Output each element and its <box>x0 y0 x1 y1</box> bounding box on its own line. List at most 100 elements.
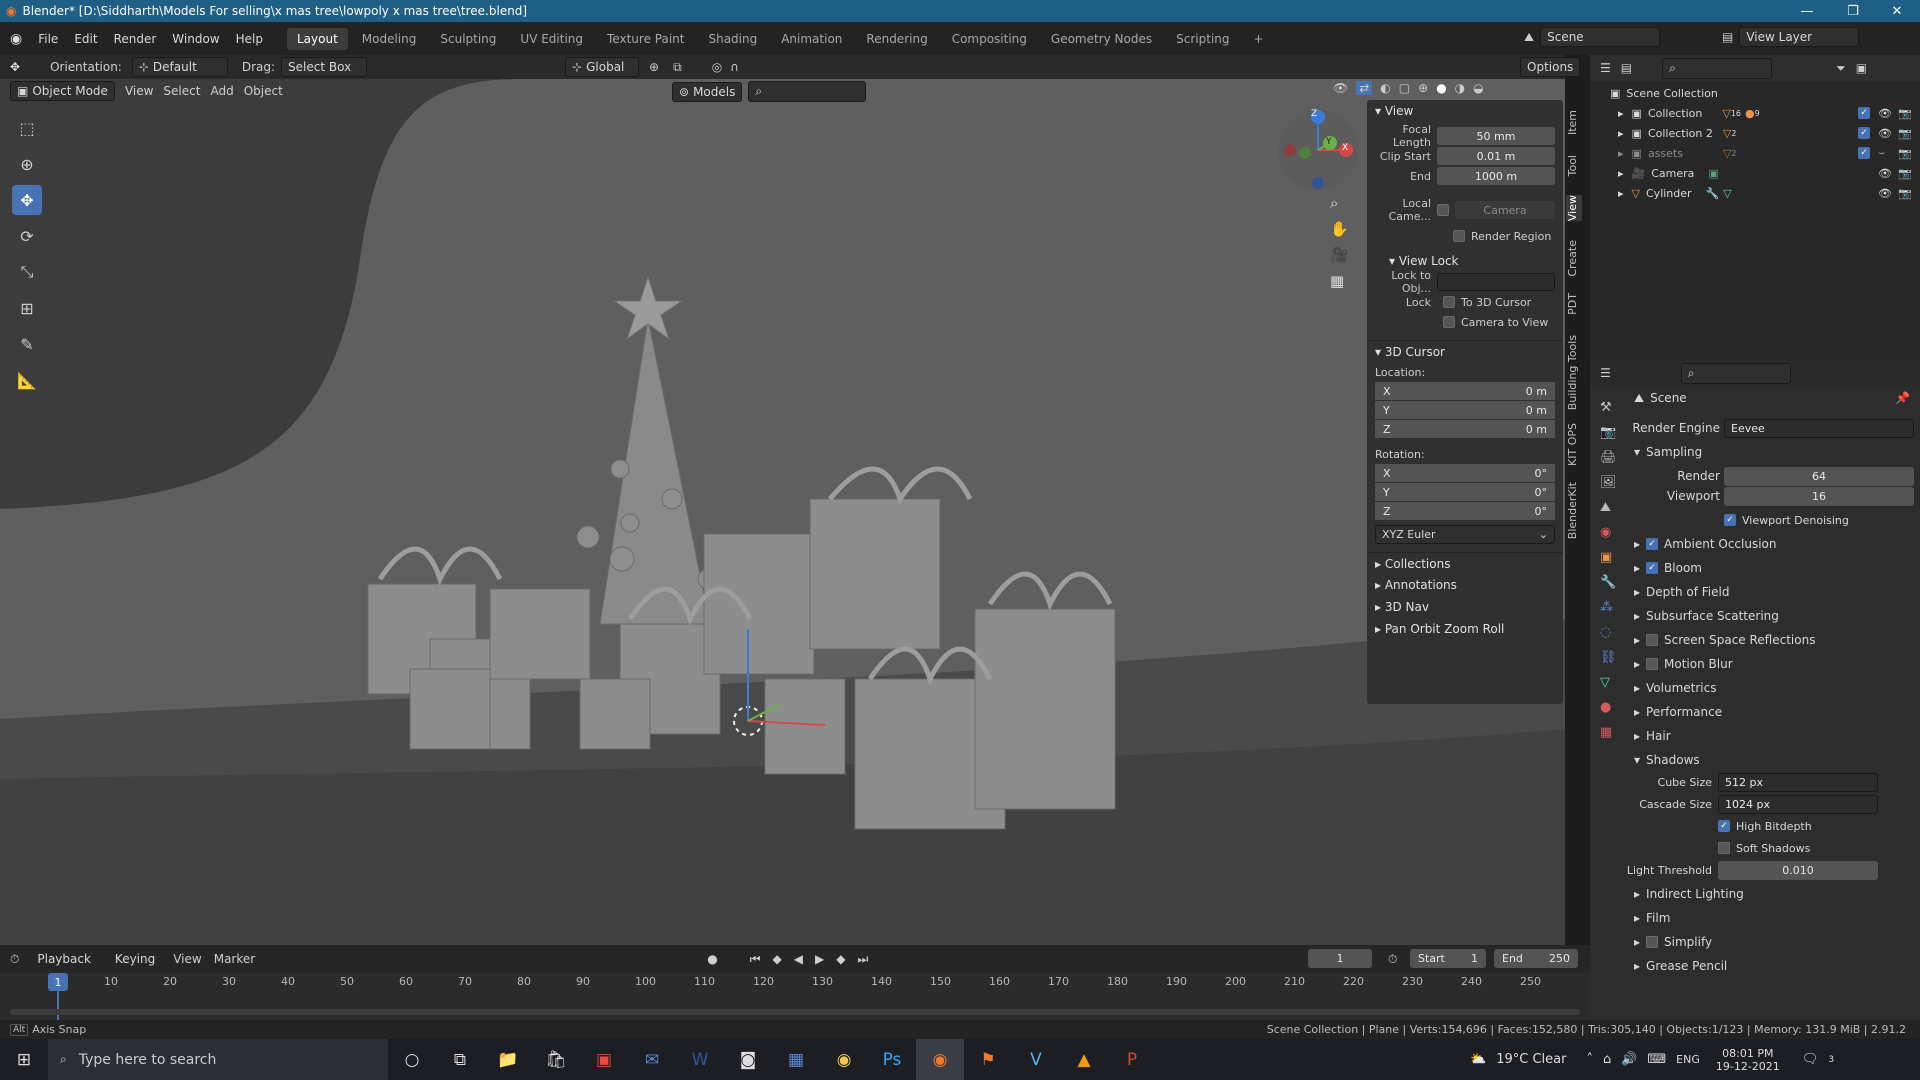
rendered-shading-icon[interactable]: ◒ <box>1473 81 1483 95</box>
render-tab-icon[interactable]: 📷 <box>1600 425 1617 440</box>
collection-include-checkbox[interactable]: ✓ <box>1858 147 1870 159</box>
windows-start-icon[interactable]: ⊞ <box>0 1039 48 1080</box>
playback-menu[interactable]: Playback <box>31 950 97 968</box>
clock[interactable]: 08:01 PM 19-12-2021 <box>1716 1047 1780 1073</box>
menu-window[interactable]: Window <box>164 32 227 46</box>
tab-kit-ops[interactable]: KIT OPS <box>1566 423 1582 466</box>
view-layer-tab-icon[interactable]: 🖼 <box>1600 475 1617 490</box>
cursor-tool-icon[interactable]: ⊕ <box>12 149 42 179</box>
tab-view[interactable]: View <box>1566 195 1582 222</box>
ambient-occlusion-panel[interactable]: ▸ ✓ Ambient Occlusion <box>1626 532 1920 556</box>
office-icon[interactable]: ▣ <box>580 1039 628 1080</box>
menu-edit[interactable]: Edit <box>66 32 105 46</box>
proportional-edit-icon[interactable]: ◎ <box>712 60 722 74</box>
hair-panel[interactable]: ▸ Hair <box>1626 724 1920 748</box>
tab-item[interactable]: Item <box>1566 110 1582 135</box>
visibility-icon[interactable]: 👁 <box>1333 81 1348 95</box>
depth-of-field-panel[interactable]: ▸ Depth of Field <box>1626 580 1920 604</box>
measure-tool-icon[interactable]: 📐 <box>12 365 42 395</box>
scene-selector[interactable]: ⛰ Scene <box>1524 27 1661 47</box>
tab-compositing[interactable]: Compositing <box>942 28 1037 50</box>
transform-tool-icon[interactable]: ✥ <box>0 60 30 74</box>
cascade-size-dropdown[interactable]: 1024 px <box>1718 794 1878 814</box>
object-tab-icon[interactable]: ▣ <box>1600 550 1617 565</box>
viewport-menu-object[interactable]: Object <box>244 84 283 98</box>
outliner-scene-collection[interactable]: ▣ Scene Collection <box>1590 83 1920 103</box>
timeline-editor-icon[interactable]: ⏱ <box>10 952 19 967</box>
subsurface-scattering-panel[interactable]: ▸ Subsurface Scattering <box>1626 604 1920 628</box>
close-button[interactable]: ✕ <box>1874 0 1920 22</box>
eye-icon[interactable]: 👁 <box>1878 107 1892 120</box>
pivot-icon[interactable]: ⊕ <box>649 60 659 74</box>
falloff-icon[interactable]: ∩ <box>730 60 739 74</box>
scene-name[interactable]: Scene <box>1540 27 1661 47</box>
minimize-button[interactable]: — <box>1784 0 1830 22</box>
focal-length-field[interactable]: 50 mm <box>1437 127 1555 145</box>
3d-viewport[interactable]: Z Y X ▣ Object Mode View Select Add Objec… <box>0 79 1565 945</box>
particles-tab-icon[interactable]: ⁂ <box>1600 600 1617 615</box>
outliner-search-field[interactable]: ⌕ <box>1662 57 1773 79</box>
media-app-icon[interactable]: ◙ <box>724 1039 772 1080</box>
performance-panel[interactable]: ▸ Performance <box>1626 700 1920 724</box>
blender-taskbar-icon[interactable]: ◉ <box>916 1039 964 1080</box>
clip-end-field[interactable]: 1000 m <box>1437 167 1555 185</box>
lock-to-object-field[interactable] <box>1437 273 1555 291</box>
world-tab-icon[interactable]: ◉ <box>1600 525 1617 540</box>
indirect-lighting-panel[interactable]: ▸ Indirect Lighting <box>1626 882 1920 906</box>
cortana-icon[interactable]: ○ <box>388 1039 436 1080</box>
grease-pencil-panel[interactable]: ▸ Grease Pencil <box>1626 954 1920 978</box>
outliner-item-assets[interactable]: ▸ ▣ assets ▽ 2 ✓ ⌣ 📷 <box>1590 143 1920 163</box>
zoom-icon[interactable]: ⌕ <box>1330 194 1349 212</box>
cursor-location-y[interactable]: Y 0 m <box>1375 401 1555 419</box>
cursor-rotation-z[interactable]: Z 0° <box>1375 502 1555 520</box>
render-region-checkbox[interactable] <box>1453 230 1465 242</box>
drag-dropdown[interactable]: Select Box <box>281 57 368 77</box>
camera-view-icon[interactable]: 🎥 <box>1330 246 1349 264</box>
screen-space-reflections-panel[interactable]: ▸ Screen Space Reflections <box>1626 628 1920 652</box>
scene-tab-icon[interactable]: ⛰ <box>1600 500 1617 515</box>
simplify-checkbox[interactable] <box>1646 936 1659 948</box>
material-tab-icon[interactable]: ● <box>1600 700 1617 715</box>
solid-shading-icon[interactable]: ● <box>1436 81 1446 95</box>
shadows-panel[interactable]: ▾ Shadows <box>1626 748 1920 772</box>
tab-texture-paint[interactable]: Texture Paint <box>597 28 694 50</box>
motion-blur-checkbox[interactable] <box>1646 658 1659 670</box>
network-icon[interactable]: ⌂ <box>1603 1052 1611 1067</box>
collection-dropdown[interactable]: ⊚ Models <box>672 81 743 102</box>
tab-shading[interactable]: Shading <box>698 28 767 50</box>
tab-pdt[interactable]: PDT <box>1566 293 1582 315</box>
bloom-checkbox[interactable]: ✓ <box>1646 562 1659 574</box>
keyboard-icon[interactable]: ⌨ <box>1647 1052 1666 1067</box>
camera-render-icon[interactable]: 📷 <box>1898 147 1912 160</box>
task-view-icon[interactable]: ⧉ <box>436 1039 484 1080</box>
powerpoint-icon[interactable]: P <box>1108 1039 1156 1080</box>
sampling-header[interactable]: ▾ Sampling <box>1626 440 1920 464</box>
camera-render-icon[interactable]: 📷 <box>1898 187 1912 200</box>
language-indicator[interactable]: ENG <box>1676 1053 1700 1066</box>
ssr-checkbox[interactable] <box>1646 634 1659 646</box>
bloom-panel[interactable]: ▸ ✓ Bloom <box>1626 556 1920 580</box>
view-layer-name[interactable]: View Layer <box>1739 27 1860 47</box>
constraints-tab-icon[interactable]: ⛓ <box>1600 650 1617 665</box>
annotations-panel-header[interactable]: ▸ Annotations <box>1367 574 1563 596</box>
jump-start-icon[interactable]: ⏮ <box>750 952 761 967</box>
pan-hand-icon[interactable]: ✋ <box>1330 220 1349 238</box>
end-frame-field[interactable]: End 250 <box>1494 949 1578 968</box>
pin-icon[interactable]: 📌 <box>1895 391 1910 405</box>
properties-search-field[interactable]: ⌕ <box>1680 362 1791 384</box>
next-keyframe-icon[interactable]: ◆ <box>836 952 845 966</box>
eye-icon[interactable]: 👁 <box>1878 187 1892 200</box>
word-icon[interactable]: W <box>676 1039 724 1080</box>
cursor-rotation-x[interactable]: X 0° <box>1375 464 1555 482</box>
prev-keyframe-icon[interactable]: ◆ <box>773 952 782 966</box>
pan-orbit-panel-header[interactable]: ▸ Pan Orbit Zoom Roll <box>1367 618 1563 640</box>
cursor-location-z[interactable]: Z 0 m <box>1375 420 1555 438</box>
gizmo-x-label[interactable]: X <box>1342 143 1348 153</box>
xray-icon[interactable]: ▢ <box>1399 81 1410 95</box>
maximize-button[interactable]: ❐ <box>1830 0 1876 22</box>
menu-render[interactable]: Render <box>106 32 165 46</box>
motion-blur-panel[interactable]: ▸ Motion Blur <box>1626 652 1920 676</box>
output-tab-icon[interactable]: 🖨 <box>1600 450 1617 465</box>
tab-sculpting[interactable]: Sculpting <box>430 28 506 50</box>
collection-include-checkbox[interactable]: ✓ <box>1858 107 1870 119</box>
